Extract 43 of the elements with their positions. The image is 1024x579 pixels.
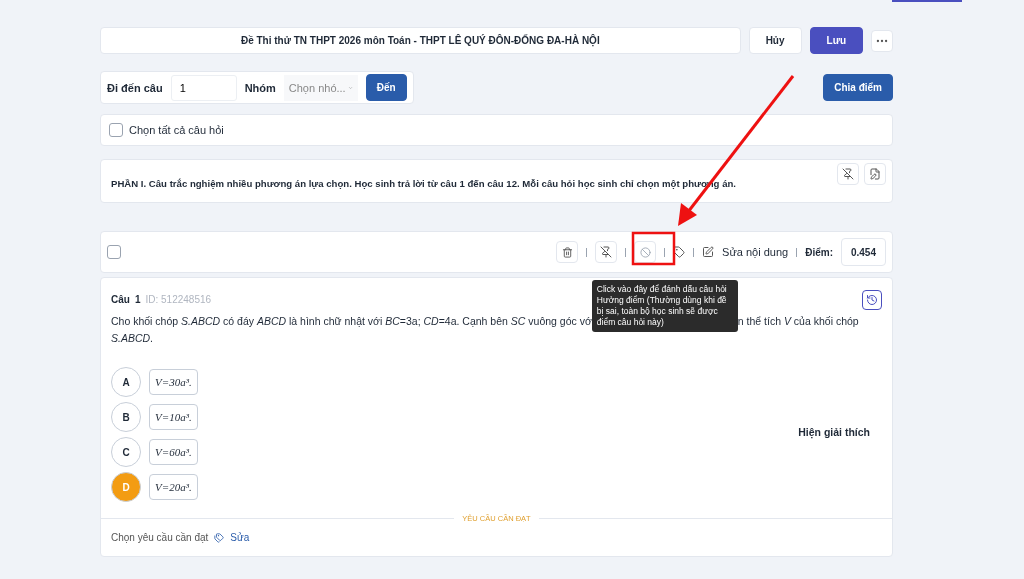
requirements-label: Chọn yêu cầu cần đạt	[111, 532, 209, 543]
show-explanation-button[interactable]: Hiện giải thích	[796, 424, 872, 440]
distribute-score-button[interactable]: Chia điểm	[823, 74, 893, 101]
tag-icon[interactable]	[673, 246, 686, 258]
question-id: ID: 512248516	[145, 294, 212, 305]
question-label: Câu	[111, 294, 130, 305]
select-all-checkbox[interactable]	[109, 123, 123, 137]
save-button[interactable]: Lưu	[809, 27, 863, 54]
question-number-input[interactable]: 1	[170, 74, 237, 101]
trash-icon[interactable]	[556, 241, 579, 263]
top-tab-indicator	[892, 0, 962, 2]
cancel-button[interactable]: Hủy	[748, 27, 802, 54]
option-answer: V=10a³.	[149, 404, 198, 430]
highlight-frame	[631, 231, 676, 266]
group-select[interactable]: Chọn nhó...	[283, 74, 358, 101]
tooltip: Click vào đây để đánh dấu câu hỏi Hưởng điểm (Thường dùng khi đề bị sai, toàn bộ học sinh sẽ được điểm câu hỏi này)	[591, 280, 738, 333]
group-label: Nhóm	[244, 81, 276, 94]
option-letter[interactable]: C	[111, 437, 141, 467]
score-field[interactable]: 0.454	[840, 238, 886, 266]
select-all-label: Chọn tất cả câu hỏi	[129, 124, 224, 136]
go-button[interactable]: Đến	[365, 74, 407, 101]
option-answer: V=20a³.	[149, 474, 198, 500]
edit-content-link[interactable]: Sửa nội dung	[722, 246, 789, 258]
more-icon[interactable]	[871, 29, 893, 52]
edit-requirements-link[interactable]: Sửa	[230, 532, 250, 543]
score-label: Điểm:	[805, 246, 833, 258]
option-letter[interactable]: A	[111, 367, 141, 397]
exam-title: Đề Thi thử TN THPT 2026 môn Toán - THPT LÊ QUÝ ĐÔN-ĐỐNG ĐA-HÀ NỘI	[100, 27, 741, 54]
unpin-icon[interactable]	[595, 241, 618, 263]
question-number: 1	[134, 294, 141, 305]
option-answer: V=30a³.	[149, 369, 198, 395]
edit-icon[interactable]	[702, 246, 715, 258]
history-icon[interactable]	[862, 290, 882, 310]
question-text: S.ABCD.	[111, 331, 154, 346]
question-checkbox[interactable]	[107, 245, 121, 259]
unpin-icon[interactable]	[837, 163, 859, 185]
goto-label: Đi đến câu	[107, 81, 163, 94]
option-letter[interactable]: B	[111, 402, 141, 432]
option-answer: V=60a³.	[149, 439, 198, 465]
tag-icon	[214, 532, 225, 543]
question-text: n thể tích V của khối chóp	[737, 315, 859, 327]
edit-file-icon[interactable]	[864, 163, 886, 185]
question-text: Cho khối chóp S.ABCD có đáy ABCD là hình chữ nhật với BC=3a; CD=4a. Cạnh bên SC vuông góc vớ	[111, 315, 592, 327]
